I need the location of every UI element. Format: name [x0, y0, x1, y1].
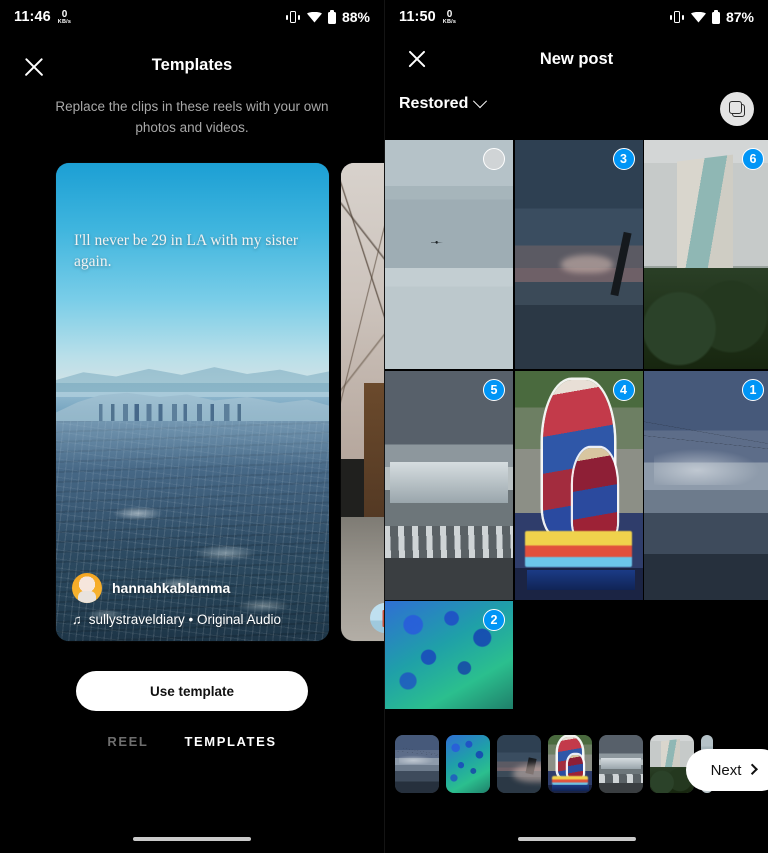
status-bar-right: 11:50 0 KB/s 87% [385, 0, 768, 34]
grid-tile[interactable]: 3 [514, 140, 643, 369]
vibrate-icon [670, 11, 685, 24]
selected-thumbnail[interactable] [497, 735, 541, 793]
close-icon[interactable] [21, 54, 47, 80]
music-note-icon: ♫ [72, 612, 82, 627]
tab-templates[interactable]: TEMPLATES [184, 734, 276, 749]
album-row: Restored [385, 92, 768, 136]
close-icon[interactable] [405, 47, 429, 71]
home-indicator [517, 837, 636, 841]
multi-select-button[interactable] [720, 92, 754, 126]
reel-footer: hannahkablamma ♫ sullystraveldiary • Ori… [72, 573, 315, 627]
home-indicator [133, 837, 251, 841]
photo-plane-sky [385, 140, 513, 369]
page-title: New post [539, 50, 614, 68]
reel-username: hannahkablamma [112, 580, 231, 596]
grid-tile[interactable]: 6 [644, 140, 768, 369]
page-title: Templates [151, 56, 233, 74]
battery-icon [327, 10, 336, 24]
chevron-down-icon [473, 94, 488, 109]
avatar [72, 573, 102, 603]
vibrate-icon [286, 11, 301, 24]
wifi-icon [690, 11, 706, 23]
select-badge[interactable] [483, 148, 505, 170]
chevron-right-icon [747, 763, 759, 775]
left-phone-panel: 11:46 0 KB/s 88% Templates Replace the c… [0, 0, 384, 853]
photo-lake-wires [644, 370, 768, 600]
status-icons: 87% [670, 9, 754, 25]
selected-thumbnail[interactable] [395, 735, 439, 793]
battery-icon [711, 10, 720, 24]
dual-screenshot: 11:46 0 KB/s 88% Templates Replace the c… [0, 0, 768, 853]
reel-thumbnail-street [341, 163, 384, 641]
battery-percent: 88% [341, 9, 370, 25]
template-card-next[interactable] [341, 163, 384, 641]
grid-tile[interactable]: 5 [385, 370, 513, 600]
tab-reel[interactable]: REEL [107, 734, 148, 749]
next-button[interactable]: Next [686, 749, 768, 791]
photo-thor-poster [514, 370, 643, 600]
selected-thumbnail[interactable] [446, 735, 490, 793]
network-speed-indicator: 0 KB/s [57, 9, 72, 26]
select-badge[interactable]: 1 [742, 378, 764, 401]
album-selector[interactable]: Restored [399, 94, 488, 113]
template-card-primary[interactable]: I'll never be 29 in LA with my sister ag… [56, 163, 329, 641]
status-icons: 88% [286, 9, 370, 25]
reel-caption-text: I'll never be 29 in LA with my sister ag… [74, 232, 299, 270]
status-time: 11:50 [399, 9, 436, 25]
next-button-label: Next [710, 761, 742, 779]
battery-percent: 87% [725, 9, 754, 25]
grid-tile[interactable]: 1 [644, 370, 768, 600]
new-post-header: New post [385, 34, 768, 86]
media-grid[interactable]: 3 6 5 4 1 2 [385, 140, 768, 709]
reel-audio-row[interactable]: ♫ sullystraveldiary • Original Audio [72, 612, 315, 627]
grid-tile[interactable]: 2 [385, 601, 513, 709]
selected-thumbnail[interactable] [599, 735, 643, 793]
status-bar-left: 11:46 0 KB/s 88% [0, 0, 384, 34]
select-badge[interactable]: 2 [483, 609, 505, 631]
grid-tile[interactable] [385, 140, 513, 369]
bottom-tabs: REEL TEMPLATES [0, 734, 384, 749]
album-name: Restored [399, 95, 469, 112]
photo-building [644, 140, 768, 369]
template-carousel[interactable]: I'll never be 29 in LA with my sister ag… [0, 163, 384, 643]
use-template-button[interactable]: Use template [76, 671, 308, 711]
photo-mall-street [385, 370, 513, 600]
wifi-icon [306, 11, 322, 23]
selected-thumbnail[interactable] [548, 735, 592, 793]
reel-author[interactable]: hannahkablamma [72, 573, 315, 603]
select-badge[interactable]: 6 [742, 148, 764, 170]
select-badge[interactable]: 5 [483, 378, 505, 401]
status-time: 11:46 [14, 9, 51, 25]
right-phone-panel: 11:50 0 KB/s 87% New post Restored 3 6 5… [384, 0, 768, 853]
grid-tile[interactable]: 4 [514, 370, 643, 600]
reel-audio-label: sullystraveldiary • Original Audio [88, 612, 282, 627]
select-badge[interactable]: 3 [612, 148, 635, 170]
templates-header: Templates [0, 48, 384, 88]
page-subtitle: Replace the clips in these reels with yo… [55, 99, 329, 135]
network-speed-indicator: 0 KB/s [442, 9, 457, 26]
select-badge[interactable]: 4 [612, 378, 635, 401]
photo-storm-clouds [514, 140, 643, 369]
